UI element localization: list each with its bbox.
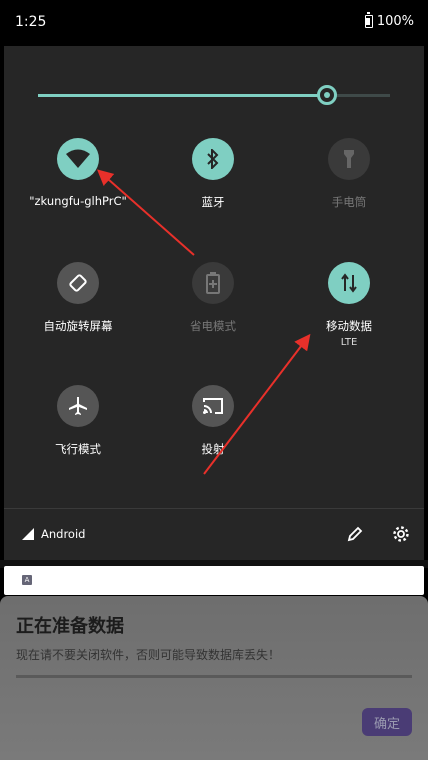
brightness-fill [38,94,327,97]
brightness-track[interactable] [38,85,390,105]
dialog-title: 正在准备数据 [16,616,124,637]
tile-label: "zkungfu-glhPrC" [29,194,127,208]
tile-cast[interactable]: 投射 [149,385,277,495]
quick-settings-panel: "zkungfu-glhPrC" 蓝牙 手电筒 自动旋转屏幕 省电模式 移动数据… [4,46,424,508]
tile-auto-rotate[interactable]: 自动旋转屏幕 [14,262,142,372]
ok-button[interactable]: 确定 [362,708,412,736]
app-icon: A [22,575,32,585]
flashlight-icon [328,138,370,180]
footer-divider [4,508,424,509]
tile-label: 飞行模式 [55,442,101,456]
airplane-icon [57,385,99,427]
tile-label: 蓝牙 [201,195,225,209]
notification-card[interactable]: A [4,566,424,595]
wifi-icon [57,138,99,180]
brightness-icon[interactable] [316,85,337,105]
cast-icon [192,385,234,427]
tile-label: 省电模式 [190,319,236,333]
tile-wifi[interactable]: "zkungfu-glhPrC" [14,138,142,248]
settings-icon[interactable] [392,525,410,543]
tile-bluetooth[interactable]: 蓝牙 [149,138,277,248]
brightness-slider[interactable] [4,46,424,146]
battery-indicator: 100% [364,12,414,29]
bluetooth-icon [192,138,234,180]
dialog-message: 现在请不要关闭软件，否则可能导致数据库丢失！ [16,648,281,662]
battery-percent: 100% [376,14,414,29]
tile-sublabel: LTE [340,337,358,348]
edit-icon[interactable] [346,525,364,543]
auto-rotate-icon [57,262,99,304]
status-time: 1:25 [15,14,47,30]
tile-airplane[interactable]: 飞行模式 [14,385,142,495]
tile-flashlight[interactable]: 手电筒 [285,138,413,248]
tile-label: 手电筒 [331,195,367,209]
mobile-data-icon [328,262,370,304]
tile-mobile-data[interactable]: 移动数据 LTE [285,262,413,372]
progress-dialog: 正在准备数据 现在请不要关闭软件，否则可能导致数据库丢失！ 确定 [0,596,428,760]
tile-battery-saver[interactable]: 省电模式 [149,262,277,372]
tile-label: 自动旋转屏幕 [43,319,113,333]
quick-settings-footer: Android [4,508,424,560]
battery-saver-icon [192,262,234,304]
battery-charging-icon [364,12,373,28]
cell-signal-icon [22,528,34,540]
tile-label: 投射 [201,442,225,456]
status-bar: 1:25 100% [0,0,428,46]
progress-bar [16,675,412,678]
carrier-name: Android [41,527,86,541]
tile-label: 移动数据 [326,319,372,333]
